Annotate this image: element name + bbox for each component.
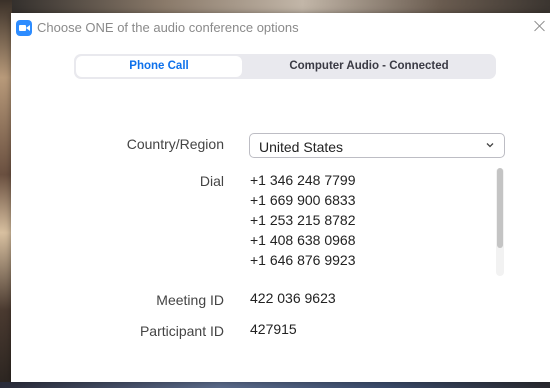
dial-label: Dial: [199, 173, 224, 189]
meeting-id-value: 422 036 9623: [250, 290, 336, 306]
tab-phone-call[interactable]: Phone Call: [76, 56, 242, 77]
dial-number: +1 346 248 7799: [250, 172, 356, 188]
dial-number: +1 646 876 9923: [250, 252, 356, 268]
country-region-label: Country/Region: [126, 136, 224, 152]
window-title: Choose ONE of the audio conference optio…: [37, 20, 299, 35]
scrollbar-thumb[interactable]: [497, 168, 503, 248]
chevron-down-icon: [486, 143, 494, 148]
dial-number: +1 253 215 8782: [250, 212, 356, 228]
background-strip-bottom: [0, 382, 550, 388]
participant-id-label: Participant ID: [139, 323, 224, 339]
audio-options-dialog: Choose ONE of the audio conference optio…: [11, 13, 550, 382]
participant-id-value: 427915: [250, 321, 297, 337]
zoom-camera-icon: [16, 20, 32, 36]
close-icon[interactable]: [532, 18, 548, 34]
dial-number: +1 408 638 0968: [250, 232, 356, 248]
camera-lens: [26, 25, 30, 31]
tab-computer-audio[interactable]: Computer Audio - Connected: [244, 56, 494, 77]
audio-option-tabs: Phone Call Computer Audio - Connected: [74, 54, 496, 79]
background-strip-top: [0, 0, 550, 14]
title-bar: Choose ONE of the audio conference optio…: [11, 13, 550, 43]
meeting-id-label: Meeting ID: [156, 292, 224, 308]
dial-number: +1 669 900 6833: [250, 192, 356, 208]
dial-number-list[interactable]: +1 346 248 7799 +1 669 900 6833 +1 253 2…: [250, 170, 500, 275]
dial-list-scrollbar[interactable]: [496, 168, 504, 276]
country-region-value: United States: [259, 139, 344, 155]
camera-body: [19, 25, 26, 31]
country-region-select[interactable]: United States: [249, 133, 505, 158]
